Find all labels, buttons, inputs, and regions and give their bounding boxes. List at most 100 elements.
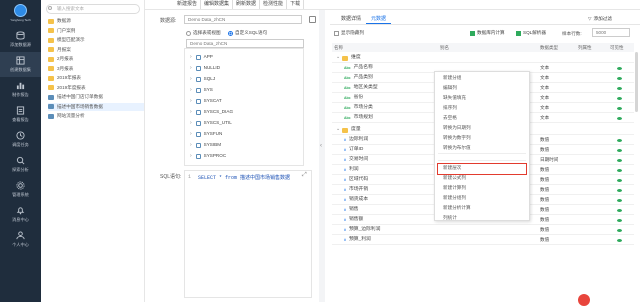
top-tab-3[interactable]: 检测性能 bbox=[260, 0, 288, 9]
top-tab-4[interactable]: 下载 bbox=[287, 0, 305, 9]
schema-item[interactable]: › APP bbox=[190, 52, 213, 62]
radio-table-view[interactable]: 选择表或视图 bbox=[186, 30, 221, 36]
context-menu-item[interactable]: 转换为日期列 bbox=[443, 123, 471, 133]
schema-icon bbox=[195, 131, 201, 137]
field-label: 预算_边际利润 bbox=[348, 227, 381, 232]
eye-icon[interactable] bbox=[617, 168, 622, 172]
schema-item[interactable]: › NULLID bbox=[190, 63, 220, 73]
eye-icon[interactable] bbox=[617, 66, 622, 70]
sidebar-item-3[interactable]: 查看报告 bbox=[0, 102, 41, 127]
eye-icon[interactable] bbox=[617, 188, 622, 192]
tree-item[interactable]: 2019年度报表 bbox=[48, 84, 86, 92]
context-menu-item[interactable]: 列统计 bbox=[443, 213, 457, 223]
table-row[interactable] bbox=[332, 235, 634, 245]
sidebar-item-4[interactable]: 调度任务 bbox=[0, 127, 41, 152]
expand-icon[interactable]: ⤢ bbox=[302, 172, 307, 179]
text-type-icon: Abc bbox=[344, 66, 351, 70]
context-menu-item[interactable]: 转换为布尔值 bbox=[443, 143, 471, 153]
edit-datasource-icon[interactable] bbox=[309, 16, 316, 23]
top-tab-2[interactable]: 刷新数据 bbox=[233, 0, 261, 9]
eye-icon[interactable] bbox=[617, 218, 622, 222]
context-menu-item[interactable]: 新建计算列 bbox=[443, 183, 466, 193]
sql-parser-checkbox[interactable]: SQL解析器 bbox=[516, 30, 546, 36]
group-label[interactable]: ⌄ 度量 bbox=[336, 125, 361, 135]
number-type-icon: # bbox=[344, 228, 346, 232]
context-menu-item[interactable]: 新建分组 bbox=[443, 73, 461, 83]
tree-search-input[interactable]: 输入搜索文本 bbox=[46, 4, 140, 14]
tree-item[interactable]: 模型匹配演示 bbox=[48, 36, 85, 44]
context-menu-item[interactable]: 新建分析计算 bbox=[443, 203, 471, 213]
field-name: Abc 市场规划 bbox=[344, 113, 373, 123]
right-scrollbar[interactable] bbox=[635, 52, 638, 112]
tree-item[interactable]: 3月报表 bbox=[48, 65, 73, 73]
tree-search-placeholder: 输入搜索文本 bbox=[57, 6, 84, 11]
tree-item[interactable]: 门户案例 bbox=[48, 27, 75, 35]
number-type-icon: # bbox=[344, 138, 346, 142]
eye-icon[interactable] bbox=[617, 116, 622, 120]
sidebar-item-2[interactable]: 制作报告 bbox=[0, 77, 41, 102]
eye-icon[interactable] bbox=[617, 106, 622, 110]
tree-item[interactable]: 数据源 bbox=[48, 17, 71, 25]
collapse-left-icon[interactable]: ‹ bbox=[320, 143, 322, 149]
record-indicator bbox=[578, 294, 590, 306]
tree-item[interactable]: 描述中国市场销售数据 bbox=[48, 102, 144, 111]
sidebar-item-6[interactable]: 管理系统 bbox=[0, 177, 41, 202]
field-type: 数值 bbox=[540, 177, 550, 182]
tree-item[interactable]: 月报案 bbox=[48, 46, 71, 54]
eye-icon[interactable] bbox=[617, 208, 622, 212]
schema-item[interactable]: › SYSCS_UTIL bbox=[190, 118, 232, 128]
schema-item[interactable]: › SYSFUN bbox=[190, 129, 222, 139]
tree-item[interactable]: 2019年报表 bbox=[48, 74, 81, 82]
eye-icon[interactable] bbox=[617, 86, 622, 90]
eye-icon[interactable] bbox=[617, 238, 622, 242]
eye-icon[interactable] bbox=[617, 228, 622, 232]
tree-item[interactable]: 2月报表 bbox=[48, 55, 73, 63]
sidebar-item-5[interactable]: 探索分析 bbox=[0, 152, 41, 177]
field-label: 交易时间 bbox=[348, 157, 369, 162]
schema-item[interactable]: › SYS bbox=[190, 85, 213, 95]
right-tab-1[interactable]: 元数据 bbox=[366, 14, 392, 24]
eye-icon[interactable] bbox=[617, 158, 622, 162]
eye-icon[interactable] bbox=[617, 198, 622, 202]
eye-icon[interactable] bbox=[617, 76, 622, 80]
sidebar-item-1[interactable]: 创建数据集 bbox=[0, 52, 41, 77]
schema-select[interactable]: Demo Data_zhCN bbox=[186, 39, 304, 48]
context-menu-item[interactable]: 转换为数字列 bbox=[443, 133, 471, 143]
context-menu-item[interactable]: 去空格 bbox=[443, 113, 457, 123]
top-tab-0[interactable]: 新建报告 bbox=[174, 0, 202, 9]
schema-item[interactable]: › SYSCS_DIAG bbox=[190, 107, 233, 117]
schema-icon bbox=[195, 65, 201, 71]
right-tab-0[interactable]: 数据详情 bbox=[336, 14, 366, 24]
schema-item[interactable]: › SYSCAT bbox=[190, 96, 222, 106]
eye-icon[interactable] bbox=[617, 138, 622, 142]
group-row[interactable] bbox=[332, 53, 634, 63]
context-menu-item[interactable]: 缺失值填充 bbox=[443, 93, 466, 103]
sidebar-item-8[interactable]: 个人中心 bbox=[0, 227, 41, 252]
eye-icon[interactable] bbox=[617, 96, 622, 100]
schema-item[interactable]: › SYSIBM bbox=[190, 140, 221, 150]
show-hidden-checkbox[interactable]: 显示隐藏列 bbox=[334, 30, 364, 36]
tree-item-label: 2019年报表 bbox=[57, 75, 82, 80]
eye-icon[interactable] bbox=[617, 148, 622, 152]
radio-custom-sql[interactable]: 自定义SQL语句 bbox=[228, 30, 267, 36]
context-menu-item[interactable]: 编辑列 bbox=[443, 83, 457, 93]
table-icon bbox=[48, 94, 54, 100]
sidebar-item-0[interactable]: 添加数据源 bbox=[0, 27, 41, 52]
chevron-right-icon: › bbox=[190, 142, 192, 148]
top-tab-1[interactable]: 编辑数据集 bbox=[201, 0, 234, 9]
schema-item[interactable]: › SYSPROC bbox=[190, 151, 226, 161]
tree-item[interactable]: 描述中国门店订单数据 bbox=[48, 93, 103, 101]
context-menu-item[interactable]: 排序列 bbox=[443, 103, 457, 113]
context-menu-item[interactable]: 新建分组列 bbox=[443, 193, 466, 203]
sql-editor[interactable] bbox=[184, 170, 312, 298]
sidebar-item-7[interactable]: 消息中心 bbox=[0, 202, 41, 227]
add-filter-button[interactable]: ▽ 添加过滤 bbox=[588, 16, 612, 22]
group-label[interactable]: ⌄ 维度 bbox=[336, 53, 361, 63]
db-compute-checkbox[interactable]: 数据库内计算 bbox=[470, 30, 505, 36]
tree-item[interactable]: 网站流量分析 bbox=[48, 112, 85, 120]
datasource-select[interactable]: Demo Data_zhCN bbox=[184, 15, 302, 24]
schema-item[interactable]: › SQLJ bbox=[190, 74, 215, 84]
sample-rows-input[interactable]: 5000 bbox=[592, 28, 630, 37]
panel-divider[interactable] bbox=[319, 10, 325, 302]
eye-icon[interactable] bbox=[617, 178, 622, 182]
